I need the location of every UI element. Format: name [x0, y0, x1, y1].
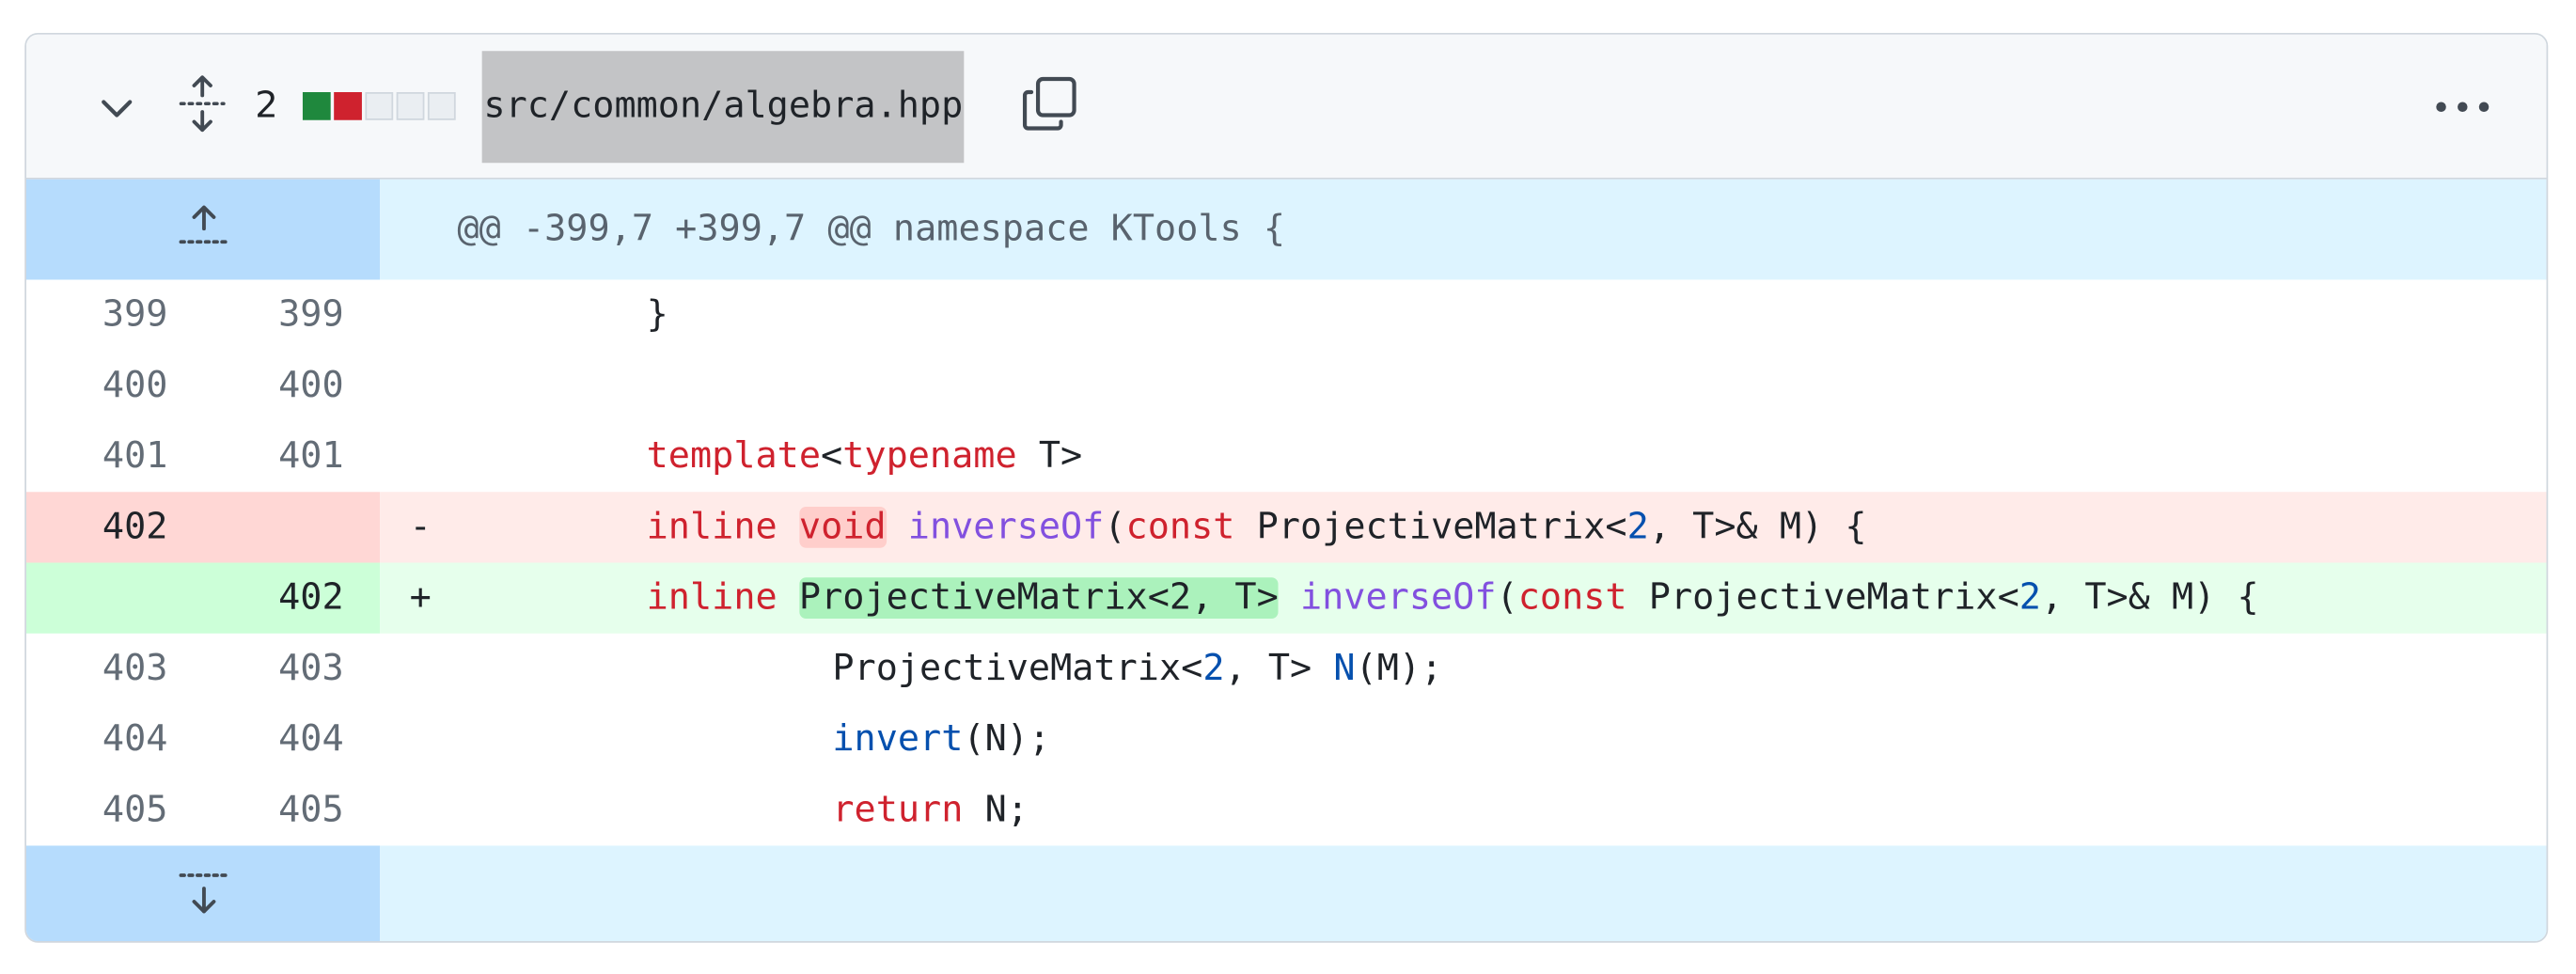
- expand-down-gutter[interactable]: [25, 845, 381, 941]
- code-line: + inline ProjectiveMatrix<2, T> inverseO…: [380, 562, 2547, 634]
- diff-line: 399 399 }: [26, 280, 2547, 351]
- code-line: - inline void inverseOf(const Projective…: [380, 492, 2547, 563]
- diff-line: 401 401 template<typename T>: [26, 421, 2547, 492]
- diffstat-block: [427, 92, 456, 120]
- function-call-token: invert: [832, 718, 964, 761]
- old-line-number[interactable]: 405: [26, 775, 168, 845]
- code-token: , T>: [1224, 648, 1334, 690]
- hunk-header-row: @@ -399,7 +399,7 @@ namespace KTools {: [25, 179, 2547, 280]
- new-line-number[interactable]: 401: [202, 421, 344, 492]
- keyword-token: return: [832, 790, 964, 831]
- keyword-token: typename: [842, 435, 1017, 478]
- code-token: ProjectiveMatrix<: [832, 648, 1203, 690]
- code-token: , T>& M) {: [2040, 577, 2259, 619]
- code-token: (N);: [963, 718, 1051, 761]
- diffstat-bar: [302, 92, 456, 122]
- code-token: <: [821, 435, 843, 478]
- code-line: template<typename T>: [380, 421, 2546, 492]
- number-token: 2: [2018, 577, 2041, 619]
- code-token: , T>& M) {: [1648, 507, 1867, 548]
- code-token: T>: [1016, 435, 1083, 478]
- expand-up-gutter[interactable]: [25, 179, 381, 280]
- code-line: }: [380, 280, 2546, 351]
- keyword-token: template: [646, 435, 822, 478]
- new-line-number[interactable]: [202, 492, 343, 562]
- code-token: (: [1104, 507, 1126, 548]
- keyword-token: inline: [646, 507, 778, 548]
- diff-line: 405 405 return N;: [26, 775, 2547, 845]
- code-token: }: [646, 294, 668, 336]
- fold-down-icon[interactable]: [176, 869, 231, 919]
- code-token: N;: [963, 790, 1029, 831]
- hunk-header-text: @@ -399,7 +399,7 @@ namespace KTools {: [457, 209, 1286, 250]
- function-token: inverseOf: [907, 507, 1105, 548]
- diff-sign: +: [409, 577, 432, 619]
- old-line-number[interactable]: 399: [26, 280, 168, 351]
- keyword-token: const: [1125, 507, 1235, 548]
- file-header: 2 src/common/algebra.hpp: [25, 34, 2547, 180]
- diff-file-card: 2 src/common/algebra.hpp @@ -399,7 +399,…: [24, 33, 2549, 943]
- deleted-line: 402 - inline void inverseOf(const Projec…: [25, 492, 2547, 563]
- file-path-link[interactable]: src/common/algebra.hpp: [481, 51, 966, 164]
- code-token: ProjectiveMatrix<: [1626, 577, 2019, 619]
- old-line-number[interactable]: [26, 563, 167, 634]
- new-line-number[interactable]: 399: [202, 280, 344, 351]
- new-line-number[interactable]: 403: [202, 634, 344, 704]
- unfold-icon[interactable]: [178, 74, 227, 134]
- hunk-header: @@ -399,7 +399,7 @@ namespace KTools {: [380, 179, 2547, 280]
- code-line: ProjectiveMatrix<2, T> N(M);: [380, 634, 2546, 704]
- diff-line: 403 403 ProjectiveMatrix<2, T> N(M);: [26, 634, 2547, 704]
- new-line-number[interactable]: 402: [202, 563, 344, 634]
- diffstat-block: [365, 92, 394, 120]
- expand-down-bar[interactable]: [380, 845, 2547, 941]
- old-line-number[interactable]: 402: [26, 492, 168, 562]
- chevron-down-icon[interactable]: [95, 87, 137, 131]
- old-line-number[interactable]: 404: [26, 704, 168, 775]
- diff-sign: -: [409, 507, 432, 548]
- changes-count: 2: [255, 86, 278, 127]
- new-line-number[interactable]: 405: [202, 775, 344, 845]
- new-line-number[interactable]: 404: [202, 704, 344, 775]
- diffstat-block: [302, 92, 331, 120]
- code-line: return N;: [380, 775, 2546, 845]
- old-line-number[interactable]: 403: [26, 634, 168, 704]
- diff-line: 404 404 invert(N);: [26, 704, 2547, 775]
- copy-icon[interactable]: [1020, 74, 1079, 134]
- kebab-horizontal-icon[interactable]: [2431, 84, 2493, 130]
- diffstat-block: [396, 92, 425, 120]
- old-line-number[interactable]: 401: [26, 421, 168, 492]
- removed-highlight: void: [798, 507, 887, 548]
- old-line-number[interactable]: 400: [26, 351, 168, 421]
- code-token: ProjectiveMatrix<: [1234, 507, 1627, 548]
- code-token: (M);: [1355, 648, 1443, 690]
- number-token: 2: [1202, 648, 1225, 690]
- function-token: inverseOf: [1299, 577, 1497, 619]
- identifier-token: N: [1333, 648, 1356, 690]
- expand-down-row: [25, 845, 2547, 941]
- new-line-number[interactable]: 400: [202, 351, 344, 421]
- code-token: (: [1496, 577, 1518, 619]
- keyword-token: const: [1517, 577, 1627, 619]
- added-line: 402 + inline ProjectiveMatrix<2, T> inve…: [25, 562, 2547, 634]
- code-line: invert(N);: [380, 704, 2546, 775]
- diffstat-block: [334, 92, 362, 120]
- keyword-token: inline: [646, 577, 778, 619]
- added-highlight: ProjectiveMatrix<2, T>: [798, 577, 1279, 619]
- number-token: 2: [1626, 507, 1649, 548]
- fold-up-icon[interactable]: [176, 202, 231, 252]
- diff-line: 400 400: [26, 351, 2547, 421]
